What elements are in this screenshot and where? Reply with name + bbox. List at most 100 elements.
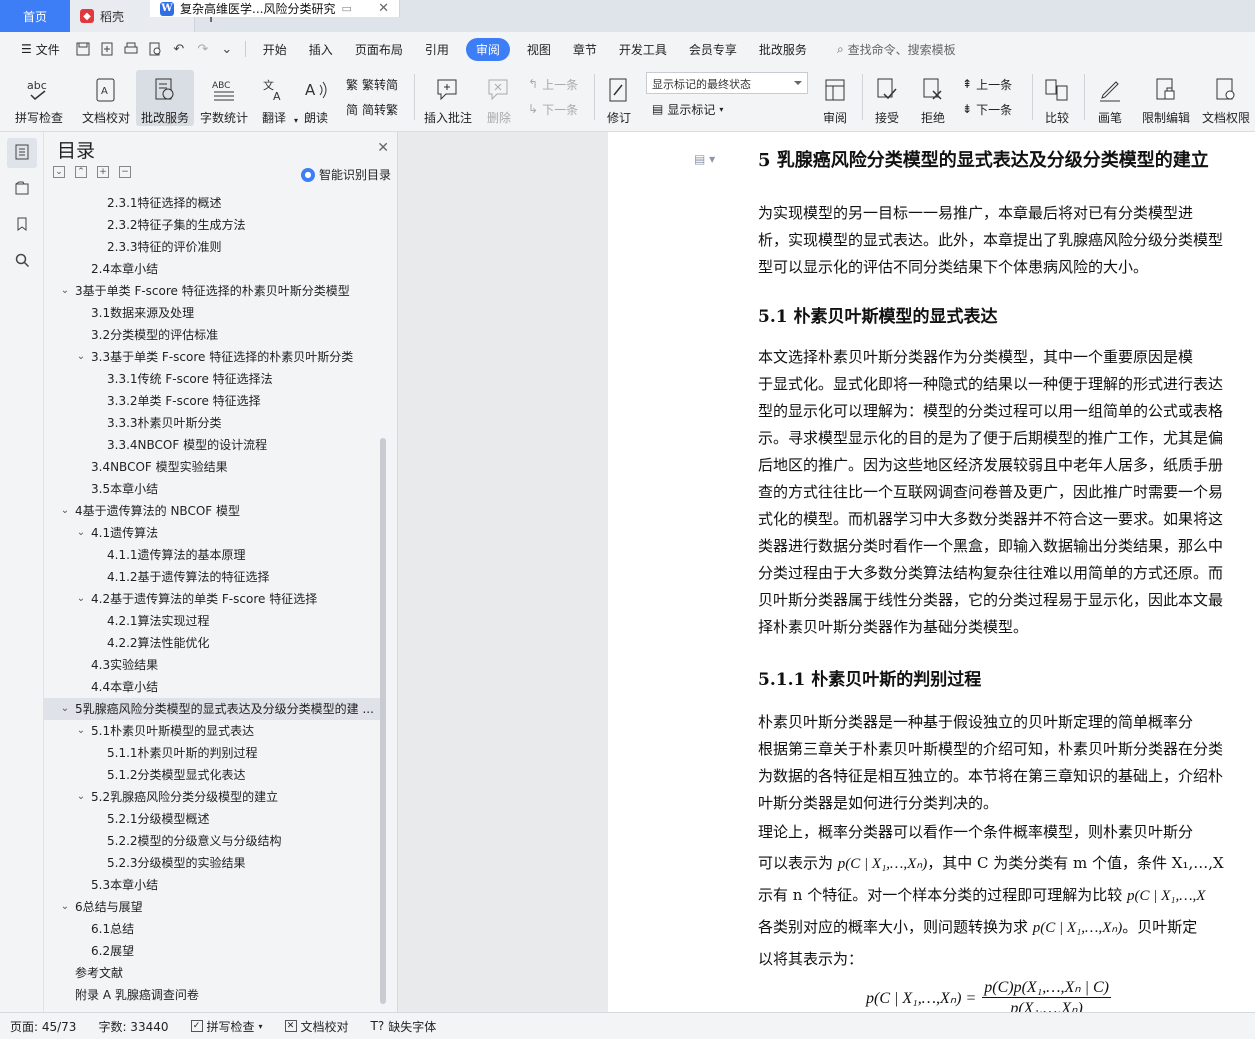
close-tab-icon[interactable]: ✕ — [378, 1, 389, 16]
close-icon[interactable]: ✕ — [377, 140, 389, 156]
bookmark-panel-button[interactable] — [7, 210, 37, 240]
chevron-down-icon[interactable]: ⌄ — [60, 698, 70, 720]
toc-item[interactable]: 4.2.1算法实现过程 — [44, 610, 384, 632]
prev-revision-button[interactable]: ⇞ 上一条 — [962, 73, 1012, 95]
chevron-down-icon[interactable]: ⌄ — [60, 500, 70, 522]
export-pdf-icon[interactable] — [98, 40, 116, 58]
prev-comment-button[interactable]: ↰ 上一条 — [528, 73, 578, 95]
page-options-icon[interactable]: ▤ ▾ — [694, 152, 715, 166]
missing-font-status[interactable]: T? 缺失字体 — [371, 1018, 437, 1035]
toc-item[interactable]: ⌄ 3.3基于单类 F-score 特征选择的朴素贝叶斯分类 — [44, 346, 384, 368]
chevron-down-icon[interactable]: ⌄ — [60, 280, 70, 302]
chevron-down-icon[interactable]: ⌄ — [76, 522, 86, 544]
tab-home[interactable]: 首页 — [0, 0, 70, 32]
chevron-down-icon[interactable]: ⌄ — [76, 720, 86, 742]
toc-item[interactable]: 3.2分类模型的评估标准 — [44, 324, 384, 346]
toc-item[interactable]: ⌄ 4.2基于遗传算法的单类 F-score 特征选择 — [44, 588, 384, 610]
toc-panel-button[interactable] — [7, 138, 37, 168]
toc-item[interactable]: 2.3.1特征选择的概述 — [44, 192, 384, 214]
add-heading-icon[interactable]: + — [97, 166, 109, 178]
toc-item[interactable]: 3.3.2单类 F-score 特征选择 — [44, 390, 384, 412]
toc-item[interactable]: 5.2.1分级模型概述 — [44, 808, 384, 830]
toc-item[interactable]: 5.2.3分级模型的实验结果 — [44, 852, 384, 874]
monitor-icon[interactable]: ▭ — [341, 2, 351, 15]
toc-item[interactable]: 4.1.1遗传算法的基本原理 — [44, 544, 384, 566]
toc-item[interactable]: 4.3实验结果 — [44, 654, 384, 676]
pen-button[interactable]: 画笔 — [1092, 70, 1128, 126]
toc-item[interactable]: 6.1总结 — [44, 918, 384, 940]
menu-review[interactable]: 审阅 — [465, 37, 510, 61]
next-revision-button[interactable]: ⇟ 下一条 — [962, 98, 1012, 120]
toc-item[interactable]: 4.2.2算法性能优化 — [44, 632, 384, 654]
delete-comment-button[interactable]: 删除 — [480, 70, 518, 126]
toc-item[interactable]: ⌄ 5乳腺癌风险分类模型的显式表达及分级分类模型的建 ... — [44, 698, 384, 720]
save-icon[interactable] — [74, 40, 92, 58]
toc-item[interactable]: ⌄ 6总结与展望 — [44, 896, 384, 918]
toc-item[interactable]: 3.3.1传统 F-score 特征选择法 — [44, 368, 384, 390]
insert-comment-button[interactable]: 插入批注 — [420, 70, 476, 126]
menu-member[interactable]: 会员专享 — [678, 41, 748, 58]
review-pane-button[interactable]: 审阅 — [816, 70, 854, 126]
quick-access-dropdown-icon[interactable]: ⌄ — [218, 40, 236, 58]
doc-permission-button[interactable]: 文档权限 — [1198, 70, 1254, 126]
read-aloud-button[interactable]: A 朗读 — [298, 70, 334, 126]
spellcheck-status[interactable]: ✓ 拼写检查 ▾ — [190, 1018, 263, 1035]
chevron-down-icon[interactable]: ⌄ — [76, 588, 86, 610]
toc-item[interactable]: 附录 A 乳腺癌调查问卷 — [44, 984, 384, 1006]
reject-button[interactable]: 拒绝 — [914, 70, 952, 126]
compare-button[interactable]: 比较 — [1038, 70, 1076, 126]
proofread-status[interactable]: ✕ 文档校对 — [284, 1018, 349, 1035]
chevron-down-icon[interactable]: ⌄ — [76, 786, 86, 808]
redo-icon[interactable]: ↷ — [194, 40, 212, 58]
print-preview-icon[interactable] — [146, 40, 164, 58]
toc-item[interactable]: 3.4NBCOF 模型实验结果 — [44, 456, 384, 478]
print-icon[interactable] — [122, 40, 140, 58]
spellcheck-button[interactable]: abc 拼写检查 — [8, 70, 70, 126]
toc-item[interactable]: ⌄ 4.1遗传算法 — [44, 522, 384, 544]
command-search[interactable]: ⌕ 查找命令、搜索模板 — [826, 41, 967, 58]
word-count-status[interactable]: 字数: 33440 — [98, 1018, 168, 1035]
toc-item[interactable]: 3.1数据来源及处理 — [44, 302, 384, 324]
expand-level-icon[interactable]: ⌃ — [75, 166, 87, 178]
toc-item[interactable]: 4.4本章小结 — [44, 676, 384, 698]
toc-item[interactable]: 3.5本章小结 — [44, 478, 384, 500]
undo-icon[interactable]: ↶ — [170, 40, 188, 58]
menu-references[interactable]: 引用 — [414, 41, 460, 58]
toc-item[interactable]: 3.3.4NBCOF 模型的设计流程 — [44, 434, 384, 456]
toc-scrollbar[interactable] — [380, 438, 386, 1004]
find-panel-button[interactable] — [7, 246, 37, 276]
trad-to-simp-button[interactable]: 繁繁转简 — [346, 73, 398, 95]
chevron-down-icon[interactable]: ⌄ — [60, 896, 70, 918]
file-menu[interactable]: ☰ 文件 — [10, 41, 71, 58]
page-indicator[interactable]: 页面: 45/73 — [10, 1018, 76, 1035]
toc-item[interactable]: 5.1.1朴素贝叶斯的判别过程 — [44, 742, 384, 764]
toc-item[interactable]: ⌄ 3基于单类 F-score 特征选择的朴素贝叶斯分类模型 — [44, 280, 384, 302]
toc-item[interactable]: 6.2展望 — [44, 940, 384, 962]
toc-item[interactable]: ⌄ 5.2乳腺癌风险分类分级模型的建立 — [44, 786, 384, 808]
simp-to-trad-button[interactable]: 简简转繁 — [346, 98, 398, 120]
remove-heading-icon[interactable]: − — [119, 166, 131, 178]
menu-page-layout[interactable]: 页面布局 — [344, 41, 414, 58]
toc-item[interactable]: 2.3.3特征的评价准则 — [44, 236, 384, 258]
toc-item[interactable]: 5.1.2分类模型显式化表达 — [44, 764, 384, 786]
word-count-button[interactable]: ABC 字数统计 — [196, 70, 252, 126]
menu-insert[interactable]: 插入 — [298, 41, 344, 58]
toc-item[interactable]: 5.2.2模型的分级意义与分级结构 — [44, 830, 384, 852]
smart-toc-button[interactable]: ● 智能识别目录 — [300, 166, 391, 183]
tab-document[interactable]: W 复杂高维医学...风险分类研究 ▭ ✕ — [150, 0, 400, 17]
menu-view[interactable]: 视图 — [516, 41, 562, 58]
toc-item[interactable]: 5.3本章小结 — [44, 874, 384, 896]
collapse-all-icon[interactable]: ⌄ — [53, 166, 65, 178]
markup-state-select[interactable]: 显示标记的最终状态 — [646, 72, 808, 94]
accept-button[interactable]: 接受 — [868, 70, 906, 126]
menu-chapter[interactable]: 章节 — [562, 41, 608, 58]
translate-button[interactable]: 文A 翻译 ▾ — [254, 70, 298, 126]
chapter-nav-button[interactable] — [7, 174, 37, 204]
show-markup-button[interactable]: ▤ 显示标记 ▾ — [652, 98, 723, 120]
toc-item[interactable]: ⌄ 5.1朴素贝叶斯模型的显式表达 — [44, 720, 384, 742]
toc-item[interactable]: 2.3.2特征子集的生成方法 — [44, 214, 384, 236]
menu-review-service[interactable]: 批改服务 — [748, 41, 818, 58]
chevron-down-icon[interactable]: ⌄ — [76, 346, 86, 368]
toc-item[interactable]: 4.1.2基于遗传算法的特征选择 — [44, 566, 384, 588]
menu-start[interactable]: 开始 — [252, 41, 298, 58]
